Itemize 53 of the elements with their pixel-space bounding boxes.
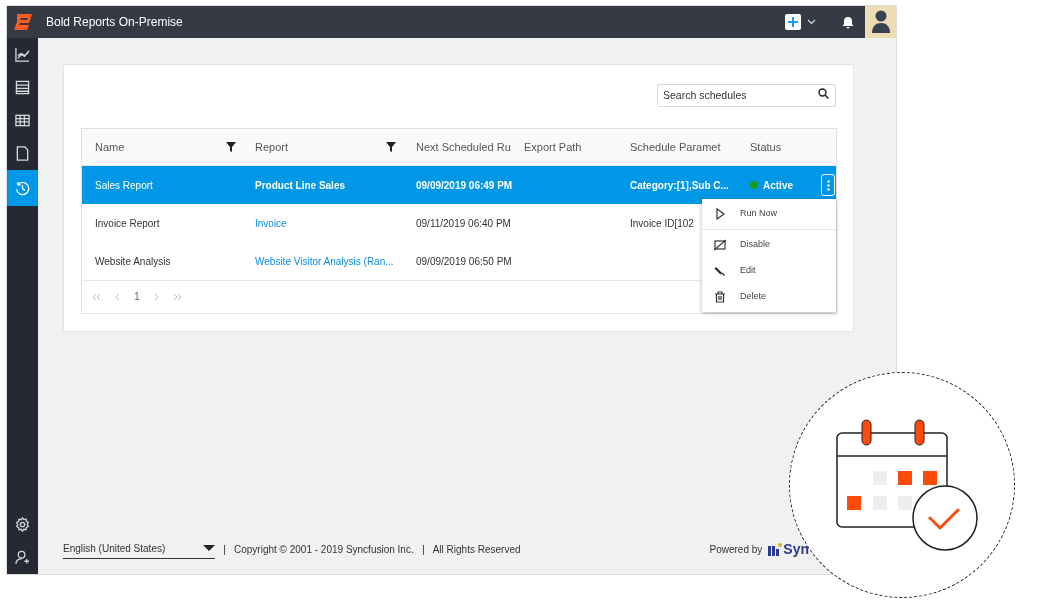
file-icon	[15, 146, 30, 161]
powered-by-text: Powered by	[709, 543, 763, 557]
company-logo: Syn	[768, 539, 809, 560]
crossed-box-icon	[714, 239, 726, 251]
history-icon	[15, 180, 30, 196]
report-link[interactable]: Website Visitor Analysis (Ran...	[255, 255, 394, 267]
settings-icon	[15, 517, 30, 532]
menu-item[interactable]: Delete	[702, 284, 836, 310]
pen-icon	[714, 265, 726, 277]
menu-item[interactable]: Disable	[702, 232, 836, 258]
search-field[interactable]: Search schedules	[657, 83, 836, 107]
column-header: Next Scheduled Ru	[416, 139, 511, 155]
add-button[interactable]	[785, 14, 801, 30]
caret-icon	[203, 545, 215, 551]
bell-icon[interactable]	[842, 15, 854, 29]
table-cell: 09/11/2019 06:40 PM	[416, 217, 511, 229]
calendar-check-icon	[835, 418, 980, 554]
table-cell: Invoice ID[102	[630, 217, 694, 229]
table-cell: Invoice Report	[95, 217, 160, 229]
table-icon	[15, 113, 30, 128]
list-icon	[15, 80, 30, 95]
table-cell: 09/09/2019 06:50 PM	[416, 255, 512, 267]
table-cell: Website Analysis	[95, 255, 171, 267]
logo-blocks-icon	[768, 543, 783, 556]
logo-icon	[11, 13, 34, 31]
column-header: Name	[95, 139, 125, 155]
menu-item[interactable]: Edit	[702, 258, 836, 284]
more-icon	[826, 179, 830, 191]
table-cell: Sales Report	[95, 179, 153, 191]
report-link[interactable]: Invoice	[255, 217, 287, 229]
search-icon[interactable]	[818, 88, 829, 99]
app-title: Bold Reports On-Premise	[46, 14, 183, 31]
column-header: Export Path	[524, 139, 582, 155]
avatar[interactable]	[865, 6, 896, 38]
menu-item[interactable]: Run Now	[702, 201, 836, 227]
user-silhouette-icon	[870, 9, 891, 35]
trash-icon	[714, 291, 726, 303]
language-dropdown[interactable]: English (United States)	[63, 540, 215, 559]
play-icon	[714, 208, 726, 220]
column-header: Schedule Paramet	[630, 139, 721, 155]
chart-icon	[15, 47, 30, 62]
more-button[interactable]	[821, 174, 835, 196]
table-cell: Category:[1],Sub C...	[630, 179, 729, 191]
page-number[interactable]: 1	[134, 289, 140, 305]
status-label: Active	[763, 178, 793, 193]
column-header: Status	[750, 139, 782, 155]
column-header: Report	[255, 139, 289, 155]
chevron-down-icon[interactable]	[807, 19, 816, 25]
plus-icon	[787, 16, 799, 28]
copyright-text: Copyright © 2001 - 2019 Syncfusion Inc.	[234, 543, 414, 557]
table-cell: 09/09/2019 06:49 PM	[416, 179, 513, 191]
rights-text: All Rights Reserved	[432, 543, 521, 557]
user-icon	[15, 550, 30, 565]
